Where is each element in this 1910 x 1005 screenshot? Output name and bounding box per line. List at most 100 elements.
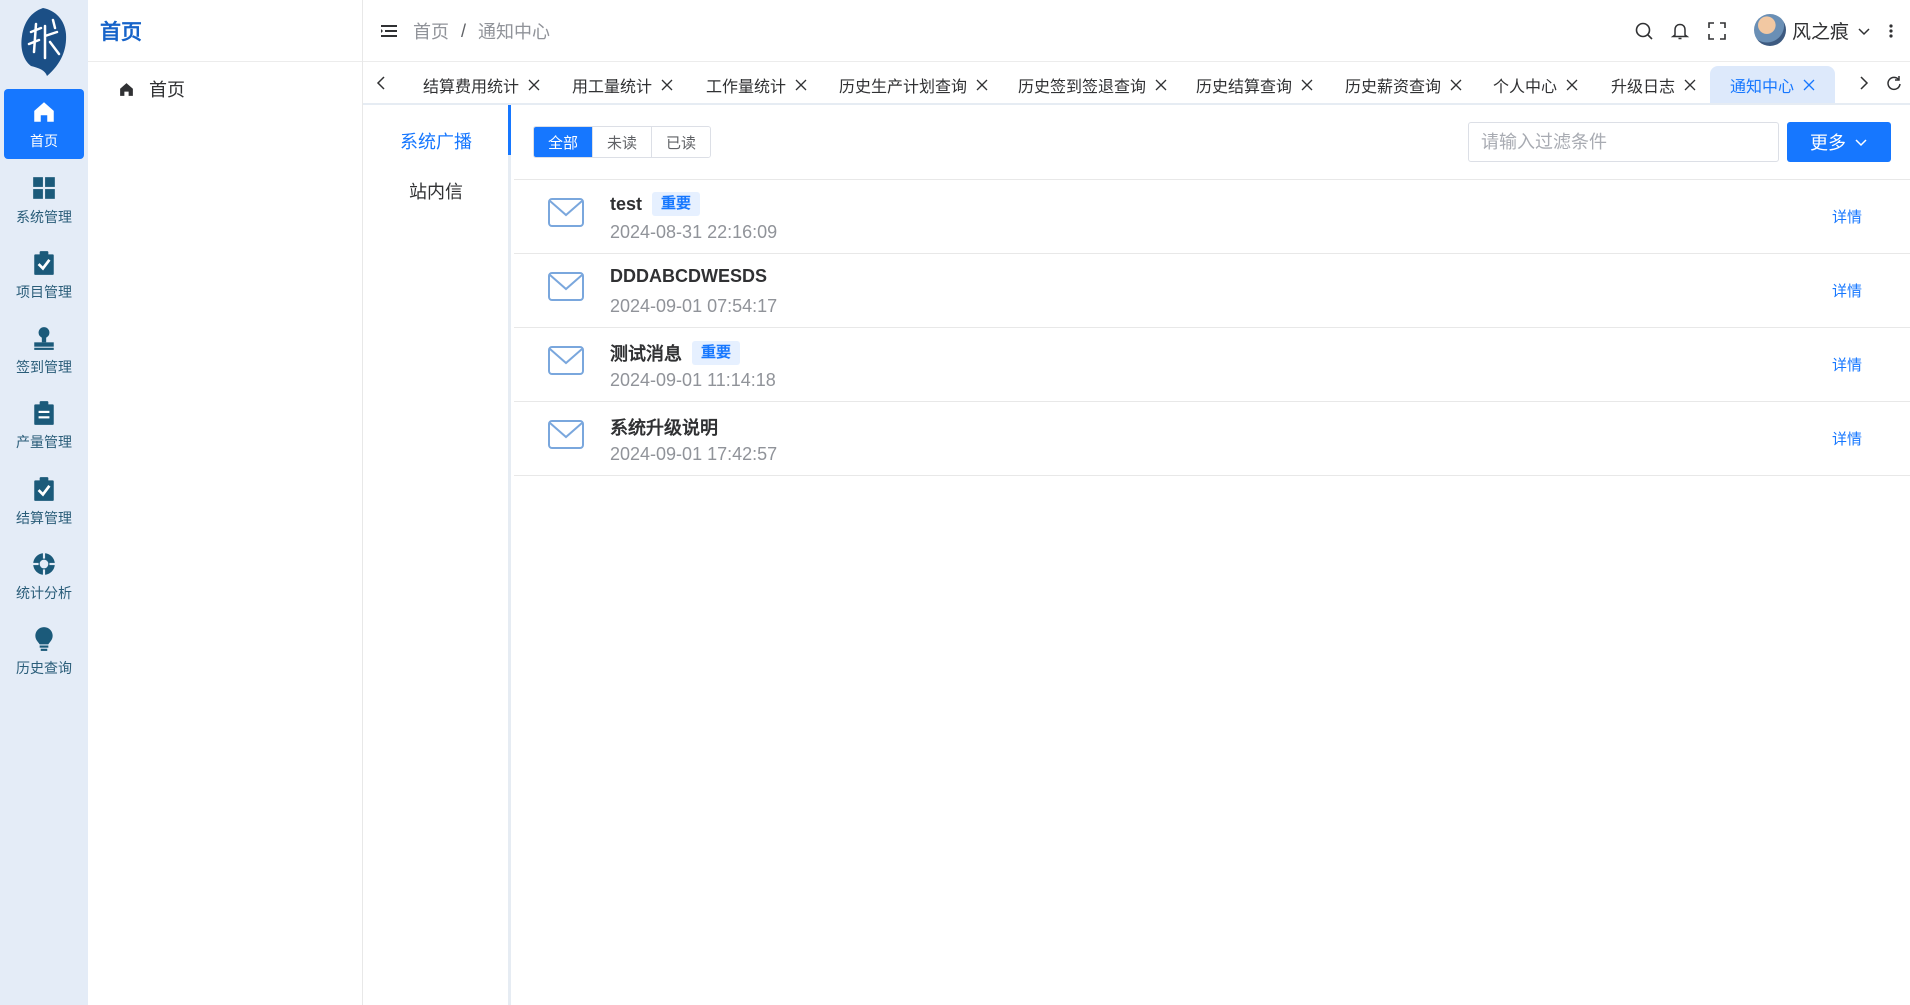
tab-label: 用工量统计	[572, 78, 653, 96]
tab-settlement-cost-stats[interactable]: 结算费用统计	[423, 66, 552, 103]
tab-label: 结算费用统计	[423, 78, 520, 96]
close-icon[interactable]	[795, 79, 807, 91]
tab-salary-history[interactable]: 历史薪资查询	[1345, 66, 1474, 103]
tab-labor-stats[interactable]: 用工量统计	[572, 66, 685, 103]
detail-link[interactable]: 详情	[1832, 280, 1862, 301]
nav-system-broadcast[interactable]: 系统广播	[363, 128, 509, 154]
close-icon[interactable]	[1566, 79, 1578, 91]
tab-label: 通知中心	[1730, 78, 1795, 96]
close-icon[interactable]	[528, 79, 540, 91]
grid-icon	[30, 174, 58, 202]
message-row[interactable]: test 重要 2024-08-31 22:16:09 详情	[514, 180, 1910, 254]
submenu-item-label: 首页	[149, 80, 185, 100]
breadcrumb-separator: /	[461, 20, 467, 41]
message-row[interactable]: 测试消息 重要 2024-09-01 11:14:18 详情	[514, 328, 1910, 402]
close-icon[interactable]	[1803, 79, 1815, 91]
message-time: 2024-09-01 07:54:17	[610, 296, 778, 316]
side-rail: 首页 系统管理 项目管理 签到管理 产量管理 结算管理 统计分析 历史查询	[0, 0, 88, 1005]
rail-item-output[interactable]: 产量管理	[4, 390, 84, 460]
detail-link[interactable]: 详情	[1832, 428, 1862, 449]
envelope-icon	[548, 198, 584, 233]
message-title-wrap: test 重要	[610, 192, 701, 216]
close-icon[interactable]	[976, 79, 988, 91]
main-content: 全部 未读 已读 更多 test 重要 2024-08-31 22:16:09 …	[514, 105, 1910, 1005]
stamp-icon	[30, 324, 58, 352]
tab-notification-center[interactable]: 通知中心	[1710, 66, 1836, 103]
message-title-wrap: DDDABCDWESDS	[610, 266, 767, 287]
rail-item-project[interactable]: 项目管理	[4, 240, 84, 310]
message-row[interactable]: 系统升级说明 2024-09-01 17:42:57 详情	[514, 402, 1910, 476]
more-button-label: 更多	[1810, 133, 1846, 153]
app-logo	[17, 6, 70, 78]
tab-personal-center[interactable]: 个人中心	[1493, 66, 1590, 103]
username: 风之痕	[1792, 22, 1850, 43]
filter-input[interactable]	[1468, 122, 1779, 162]
rail-item-statistics[interactable]: 统计分析	[4, 541, 84, 611]
message-title: DDDABCDWESDS	[610, 266, 767, 286]
message-row[interactable]: DDDABCDWESDS 2024-09-01 07:54:17 详情	[514, 254, 1910, 328]
fullscreen-icon[interactable]	[1705, 19, 1729, 43]
tab-production-plan-history[interactable]: 历史生产计划查询	[839, 66, 1000, 103]
home-icon	[30, 98, 58, 126]
filter-unread[interactable]: 未读	[593, 127, 653, 157]
close-icon[interactable]	[661, 79, 673, 91]
clipboard-list-icon	[30, 399, 58, 427]
message-title-wrap: 系统升级说明	[610, 414, 718, 440]
refresh-icon[interactable]	[1884, 72, 1904, 94]
rail-item-signin[interactable]: 签到管理	[4, 315, 84, 385]
rail-item-system[interactable]: 系统管理	[4, 165, 84, 235]
top-header: 首页 / 通知中心 风之痕	[363, 0, 1910, 62]
tab-bar: 结算费用统计 用工量统计 工作量统计 历史生产计划查询 历史签到签退查询 历史结…	[363, 62, 1910, 105]
close-icon[interactable]	[1450, 79, 1462, 91]
submenu-panel: 首页 首页	[88, 0, 363, 1005]
tab-workload-stats[interactable]: 工作量统计	[706, 66, 819, 103]
avatar[interactable]	[1754, 14, 1786, 46]
more-button[interactable]: 更多	[1787, 122, 1891, 162]
rail-item-history[interactable]: 历史查询	[4, 616, 84, 686]
breadcrumb: 首页 / 通知中心	[413, 18, 550, 44]
menu-toggle-icon[interactable]	[380, 21, 400, 41]
breadcrumb-home[interactable]: 首页	[413, 18, 449, 44]
tab-label: 历史签到签退查询	[1018, 78, 1147, 96]
close-icon[interactable]	[1301, 79, 1313, 91]
bell-icon[interactable]	[1668, 19, 1692, 43]
tab-scroll-right-icon[interactable]	[1854, 72, 1874, 94]
breadcrumb-current: 通知中心	[478, 22, 551, 42]
filter-read[interactable]: 已读	[652, 127, 711, 157]
bulb-icon	[30, 625, 58, 653]
tab-label: 工作量统计	[706, 78, 787, 96]
message-time: 2024-08-31 22:16:09	[610, 222, 778, 242]
message-title-wrap: 测试消息 重要	[610, 340, 741, 366]
tab-label: 历史薪资查询	[1345, 78, 1442, 96]
filter-all[interactable]: 全部	[534, 127, 594, 157]
rail-item-home[interactable]: 首页	[4, 89, 84, 159]
more-vertical-icon[interactable]	[1879, 19, 1903, 43]
message-title: 系统升级说明	[610, 418, 718, 438]
envelope-icon	[548, 272, 584, 307]
message-time: 2024-09-01 11:14:18	[610, 370, 776, 390]
read-filter-group: 全部 未读 已读	[533, 126, 712, 158]
tab-signin-history[interactable]: 历史签到签退查询	[1018, 66, 1179, 103]
message-time: 2024-09-01 17:42:57	[610, 444, 778, 464]
message-list: test 重要 2024-08-31 22:16:09 详情 DDDABCDWE…	[514, 179, 1910, 476]
search-icon[interactable]	[1632, 19, 1656, 43]
tab-settlement-history[interactable]: 历史结算查询	[1196, 66, 1325, 103]
envelope-icon	[548, 420, 584, 455]
home-icon	[120, 82, 133, 96]
important-tag: 重要	[652, 192, 701, 216]
tab-upgrade-log[interactable]: 升级日志	[1611, 66, 1708, 103]
close-icon[interactable]	[1155, 79, 1167, 91]
submenu-title: 首页	[88, 0, 362, 62]
tab-scroll-left-icon[interactable]	[371, 72, 391, 94]
detail-link[interactable]: 详情	[1832, 354, 1862, 375]
detail-link[interactable]: 详情	[1832, 206, 1862, 227]
submenu-item-home[interactable]: 首页	[118, 72, 185, 106]
envelope-icon	[548, 346, 584, 381]
rail-item-settlement[interactable]: 结算管理	[4, 466, 84, 536]
message-title: test	[610, 193, 643, 214]
nav-inbox[interactable]: 站内信	[363, 178, 509, 204]
clipboard-check-icon	[30, 475, 58, 503]
user-menu[interactable]: 风之痕	[1792, 17, 1871, 44]
important-tag: 重要	[692, 341, 741, 365]
close-icon[interactable]	[1684, 79, 1696, 91]
